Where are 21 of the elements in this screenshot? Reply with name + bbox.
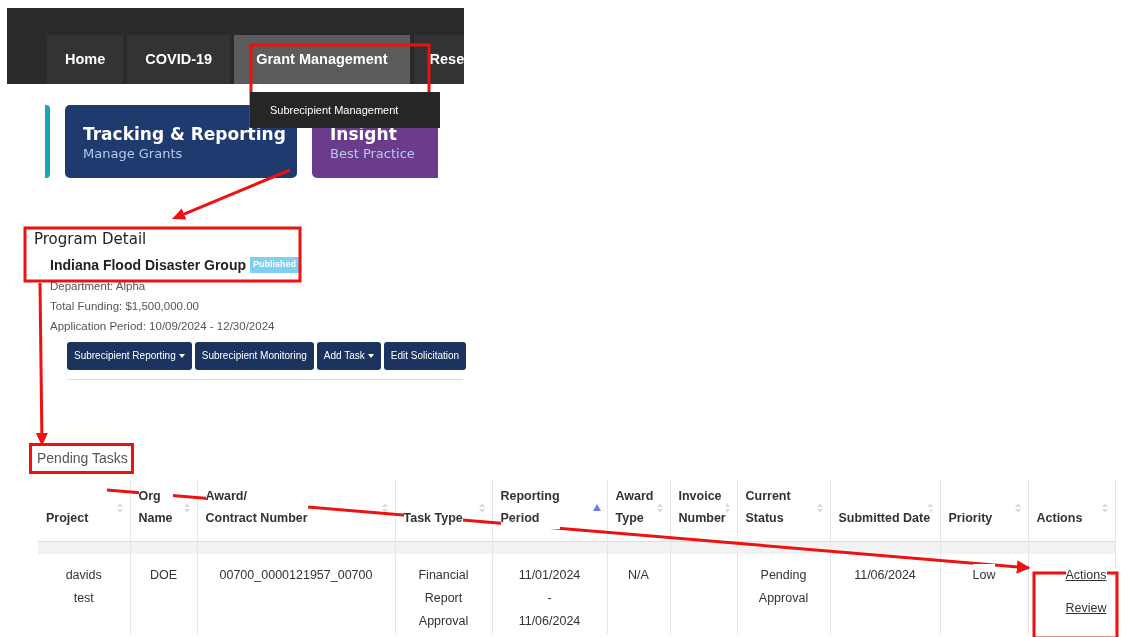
tile-subtitle: Best Practice (330, 145, 416, 163)
detail-text: Department: Alpha (50, 278, 147, 294)
detail-text: Application Period: 10/09/2024 - 12/30/2024 (50, 318, 276, 334)
detail-text: Total Funding: $1,500,000.00 (50, 298, 200, 314)
dropdown-button[interactable]: Subrecipient Reporting (67, 341, 192, 370)
dropdown-menu[interactable]: Subrecipient Management (250, 92, 440, 128)
caret-icon (178, 354, 185, 359)
status-badge: Published (250, 257, 300, 273)
program-name: Indiana Flood Disaster Group (50, 255, 247, 275)
caret-icon (367, 354, 374, 359)
tile-subtitle: Manage Grants (83, 145, 184, 163)
nav-item[interactable]: Grant Management (234, 35, 410, 84)
section-heading: Program Detail (34, 229, 148, 250)
dropdown-button[interactable]: Add Task (316, 341, 381, 370)
sort-icon[interactable] (380, 501, 389, 514)
action-button[interactable]: Subrecipient Monitoring (194, 341, 314, 370)
nav-item[interactable]: COVID-19 (127, 35, 231, 84)
section-heading: Pending Tasks (37, 448, 128, 468)
action-button[interactable]: Edit Solicitation (383, 341, 467, 370)
nav-item[interactable]: Rese (413, 35, 465, 84)
nav-item[interactable]: Home (47, 35, 124, 84)
